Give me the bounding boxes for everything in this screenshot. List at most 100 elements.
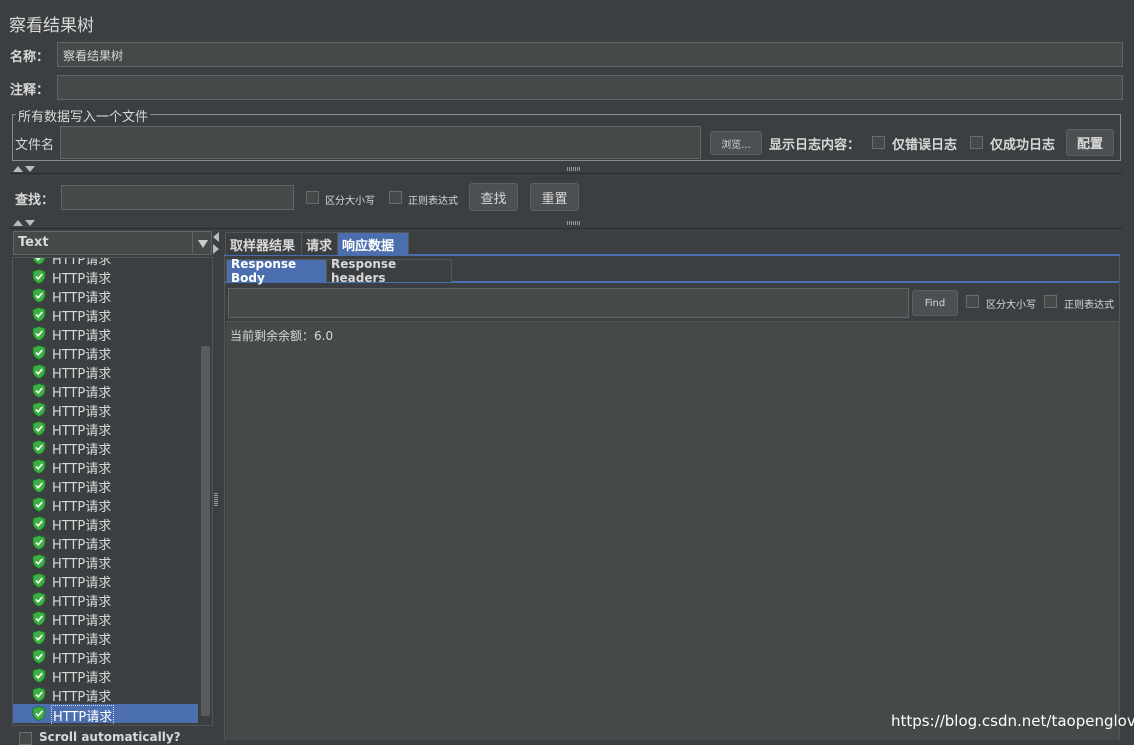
tree-row[interactable]: HTTP请求 xyxy=(13,647,198,667)
search-find-button[interactable]: 查找 xyxy=(469,183,518,211)
filename-field[interactable] xyxy=(60,126,701,159)
search-reset-button[interactable]: 重置 xyxy=(530,183,579,211)
tab-response-body[interactable]: Response Body xyxy=(226,257,334,285)
tree-row-label: HTTP请求 xyxy=(52,291,112,306)
tree-row[interactable]: HTTP请求 xyxy=(13,400,198,420)
tree-row[interactable]: HTTP请求 xyxy=(13,457,198,477)
tree-row[interactable]: HTTP请求 xyxy=(13,438,198,458)
tree-row[interactable]: HTTP请求 xyxy=(13,495,198,515)
tab-sampler-result[interactable]: 取样器结果 xyxy=(225,232,310,255)
tree-row-label: HTTP请求 xyxy=(52,557,112,572)
tree-row[interactable]: HTTP请求 xyxy=(13,514,198,534)
tree-row-label: HTTP请求 xyxy=(52,614,112,629)
tree-row-label: HTTP请求 xyxy=(52,348,112,363)
tree-row-label: HTTP请求 xyxy=(52,538,112,553)
response-search-input[interactable] xyxy=(228,288,909,318)
result-tabs: 取样器结果 请求 响应数据 xyxy=(224,232,1120,256)
tree-row[interactable]: HTTP请求 xyxy=(13,258,198,268)
search-regex-checkbox[interactable] xyxy=(389,191,402,204)
search-input[interactable] xyxy=(61,185,294,210)
tree-row-selected[interactable]: HTTP请求 xyxy=(13,704,198,725)
expand-right-icon[interactable] xyxy=(213,244,219,254)
comment-field[interactable] xyxy=(57,75,1123,100)
tree-row[interactable]: HTTP请求 xyxy=(13,343,198,363)
success-shield-icon xyxy=(32,288,46,303)
success-shield-icon xyxy=(32,364,46,379)
success-only-checkbox[interactable] xyxy=(970,136,983,149)
tree-row[interactable]: HTTP请求 xyxy=(13,533,198,553)
tab-response-headers[interactable]: Response headers xyxy=(326,257,452,285)
renderer-select[interactable]: Text xyxy=(13,231,212,255)
config-button[interactable]: 配置 xyxy=(1066,129,1114,156)
success-shield-icon xyxy=(32,307,46,322)
success-shield-icon xyxy=(32,497,46,512)
tree-row-label: HTTP请求 xyxy=(52,633,112,648)
splitter-middle[interactable] xyxy=(10,219,1122,229)
success-shield-icon xyxy=(32,592,46,607)
success-shield-icon xyxy=(32,554,46,569)
tree-row-label: HTTP请求 xyxy=(52,443,112,458)
collapse-arrows-icon[interactable] xyxy=(13,166,35,172)
search-case-checkbox[interactable] xyxy=(306,191,319,204)
response-regex-checkbox[interactable] xyxy=(1044,295,1057,308)
tree-row[interactable]: HTTP请求 xyxy=(13,609,198,629)
response-case-checkbox[interactable] xyxy=(966,295,979,308)
tree-row[interactable]: HTTP请求 xyxy=(13,590,198,610)
tree-row-label: HTTP请求 xyxy=(52,519,112,534)
tree-row-label: HTTP请求 xyxy=(52,576,112,591)
tree-row-label: HTTP请求 xyxy=(52,690,112,705)
browse-button[interactable]: 浏览... xyxy=(710,131,762,155)
tree-row-label: HTTP请求 xyxy=(52,481,112,496)
scroll-auto-checkbox[interactable] xyxy=(19,732,32,745)
response-find-button[interactable]: Find xyxy=(912,290,958,316)
tree-row-label: HTTP请求 xyxy=(52,329,112,344)
success-shield-icon xyxy=(32,440,46,455)
tree-row[interactable]: HTTP请求 xyxy=(13,267,198,287)
success-shield-icon xyxy=(32,326,46,341)
log-content-label: 显示日志内容： xyxy=(769,138,861,153)
response-body-area[interactable]: 当前剩余余额：6.0 xyxy=(226,321,1119,740)
results-tree[interactable]: HTTP请求 HTTP请求 HTTP请求 HTTP请求 HTTP请求 HTTP请求 HTTP… xyxy=(12,257,213,726)
tree-row[interactable]: HTTP请求 xyxy=(13,476,198,496)
splitter-top[interactable] xyxy=(10,165,1122,174)
splitter-vertical[interactable] xyxy=(212,230,220,740)
success-shield-icon xyxy=(32,383,46,398)
tree-row[interactable]: HTTP请求 xyxy=(13,685,198,705)
success-shield-icon xyxy=(32,611,46,626)
tree-row-label: HTTP请求 xyxy=(52,386,112,401)
tree-row-label: HTTP请求 xyxy=(52,367,112,382)
errors-only-checkbox[interactable] xyxy=(872,136,885,149)
search-regex-label: 正则表达式 xyxy=(408,196,458,207)
renderer-select-value: Text xyxy=(18,235,49,250)
tree-row[interactable]: HTTP请求 xyxy=(13,419,198,439)
splitter-grip-icon xyxy=(567,167,581,171)
response-regex-label: 正则表达式 xyxy=(1064,300,1114,311)
chevron-down-icon xyxy=(198,240,208,248)
tab-response-data[interactable]: 响应数据 xyxy=(337,232,409,255)
tree-row[interactable]: HTTP请求 xyxy=(13,286,198,306)
tree-row-label: HTTP请求 xyxy=(52,424,112,439)
success-shield-icon xyxy=(32,687,46,702)
tree-row[interactable]: HTTP请求 xyxy=(13,381,198,401)
comment-label: 注释： xyxy=(10,83,50,98)
name-field[interactable]: 察看结果树 xyxy=(57,42,1123,67)
success-shield-icon xyxy=(32,630,46,645)
tree-row[interactable]: HTTP请求 xyxy=(13,628,198,648)
tree-row[interactable]: HTTP请求 xyxy=(13,552,198,572)
name-field-value: 察看结果树 xyxy=(63,49,124,63)
collapse-arrows-icon[interactable] xyxy=(13,220,35,226)
tree-row[interactable]: HTTP请求 xyxy=(13,571,198,591)
search-label: 查找： xyxy=(15,193,55,208)
collapse-left-icon[interactable] xyxy=(213,232,219,242)
tree-row[interactable]: HTTP请求 xyxy=(13,324,198,344)
splitter-grip-icon xyxy=(567,221,581,225)
tree-row[interactable]: HTTP请求 xyxy=(13,362,198,382)
response-panel: Response Body Response headers Find 区分大小… xyxy=(224,256,1120,740)
tree-row-label: HTTP请求 xyxy=(52,272,112,287)
tree-scrollbar-thumb[interactable] xyxy=(201,346,210,716)
scroll-auto-label: Scroll automatically? xyxy=(39,730,181,744)
tree-row[interactable]: HTTP请求 xyxy=(13,305,198,325)
tree-rows: HTTP请求 HTTP请求 HTTP请求 HTTP请求 HTTP请求 HTTP请求 HTTP… xyxy=(13,258,198,725)
success-shield-icon xyxy=(32,345,46,360)
tree-row[interactable]: HTTP请求 xyxy=(13,666,198,686)
